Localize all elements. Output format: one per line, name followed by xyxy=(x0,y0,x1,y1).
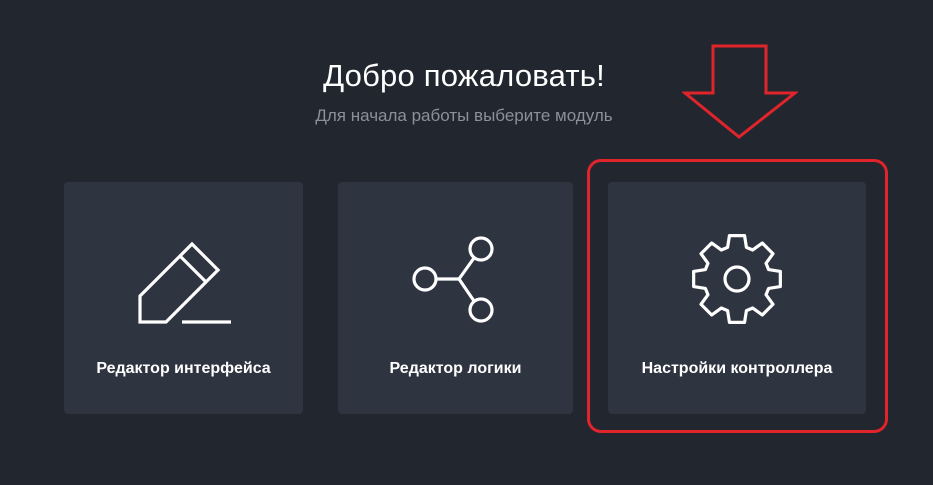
page-subtitle: Для начала работы выберите модуль xyxy=(315,106,613,125)
module-label: Редактор интерфейса xyxy=(96,360,271,377)
module-card-logic-editor[interactable]: Редактор логики xyxy=(338,182,573,414)
page-title: Добро пожаловать! xyxy=(323,58,605,93)
pencil-icon xyxy=(134,234,234,334)
module-card-controller-settings[interactable]: Настройки контроллера xyxy=(608,182,866,414)
module-label: Редактор логики xyxy=(389,360,522,377)
module-card-interface-editor[interactable]: Редактор интерфейса xyxy=(64,182,303,414)
module-label: Настройки контроллера xyxy=(641,360,833,377)
gear-icon xyxy=(687,234,787,334)
share-nodes-icon xyxy=(406,234,506,334)
welcome-screen: Добро пожаловать! Для начала работы выбе… xyxy=(0,0,933,485)
